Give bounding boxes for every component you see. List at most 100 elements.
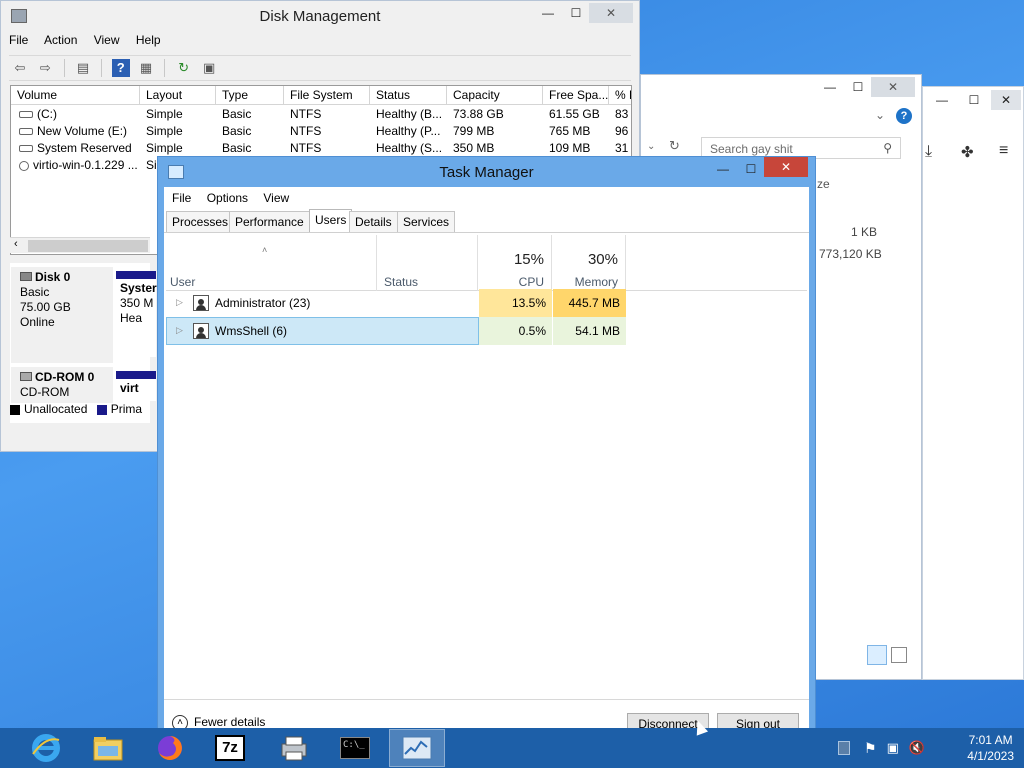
menu-help[interactable]: Help — [136, 33, 161, 47]
details-view-icon[interactable] — [867, 645, 887, 665]
minimize-button[interactable]: — — [533, 3, 563, 23]
footer-divider — [164, 699, 809, 700]
maximize-button[interactable]: ☐ — [843, 77, 873, 97]
cell-type: Basic — [222, 141, 252, 155]
properties-icon[interactable]: ▣ — [200, 59, 218, 77]
firefox-window[interactable]: — ☐ ✕ ⤓ ✤ ≡ — [922, 86, 1024, 680]
folder-icon[interactable] — [80, 729, 136, 767]
close-button[interactable]: ✕ — [871, 77, 915, 97]
task-manager-window[interactable]: Task Manager — ☐ ✕ File Options View Pro… — [157, 156, 816, 735]
cell-filesystem: NTFS — [290, 141, 322, 155]
minimize-button[interactable]: — — [927, 90, 957, 110]
disk0-label[interactable]: Disk 0 Basic 75.00 GB Online — [11, 267, 113, 363]
cdrom0-label[interactable]: CD-ROM 0 CD-ROM — [11, 367, 113, 403]
title-bar[interactable]: Disk Management — ☐ ✕ — [1, 1, 639, 31]
menu-action[interactable]: Action — [44, 33, 77, 47]
menu-file[interactable]: File — [172, 191, 191, 205]
help-circle-icon[interactable]: ? — [896, 108, 912, 124]
search-icon[interactable]: ⚲ — [883, 141, 892, 155]
users-header: ˄ User Status 15% CPU 30% Memory — [166, 235, 807, 291]
download-icon[interactable]: ⤓ — [925, 143, 932, 161]
col-volume[interactable]: Volume — [11, 86, 140, 105]
disk0-partition[interactable]: Syster 350 M Hea — [116, 271, 157, 357]
col-free-space[interactable]: Free Spa... — [543, 86, 609, 105]
tab-performance[interactable]: Performance — [229, 211, 310, 232]
horizontal-scrollbar[interactable]: ‹ — [10, 237, 150, 253]
drive-icon — [19, 145, 33, 153]
cdrom0-partition[interactable]: virt — [116, 371, 156, 401]
col-percent-free[interactable]: % F — [609, 86, 631, 105]
column-header-size[interactable]: ze — [817, 177, 830, 191]
scroll-thumb[interactable] — [28, 240, 148, 252]
close-button[interactable]: ✕ — [764, 157, 808, 177]
cmd-icon[interactable]: C:\_ — [327, 729, 383, 767]
back-arrow-icon[interactable]: ⇦ — [11, 59, 29, 77]
table-row[interactable]: System Reserved Simple Basic NTFS Health… — [11, 140, 631, 157]
close-button[interactable]: ✕ — [589, 3, 633, 23]
console-tree-icon[interactable]: ▤ — [74, 59, 92, 77]
taskmanager-icon[interactable] — [389, 729, 445, 767]
7zip-icon[interactable]: 7z — [202, 729, 258, 767]
refresh-icon[interactable]: ↻ — [175, 59, 193, 77]
menu-view[interactable]: View — [263, 191, 289, 205]
extensions-icon[interactable]: ✤ — [961, 143, 974, 161]
col-user[interactable]: User — [170, 275, 195, 289]
action-pane-icon[interactable]: ▦ — [137, 59, 155, 77]
menu-options[interactable]: Options — [207, 191, 248, 205]
forward-arrow-icon[interactable]: ⇨ — [36, 59, 54, 77]
cell-capacity: 799 MB — [453, 124, 495, 138]
volume-muted-icon[interactable]: 🔇 — [909, 740, 925, 756]
show-hidden-icons[interactable] — [838, 741, 850, 755]
user-row[interactable]: ▷ Administrator (23) 13.5% 445.7 MB — [166, 289, 807, 317]
help-icon[interactable]: ? — [111, 59, 130, 77]
firefox-icon[interactable] — [142, 729, 198, 767]
cell-free-space: 765 MB — [549, 124, 591, 138]
ie-icon[interactable] — [18, 729, 74, 767]
tab-divider — [164, 232, 809, 233]
table-row[interactable]: New Volume (E:) Simple Basic NTFS Health… — [11, 123, 631, 140]
col-memory[interactable]: Memory — [552, 275, 618, 289]
refresh-icon[interactable]: ↻ — [669, 138, 680, 154]
cell-volume: (C:) — [37, 107, 57, 121]
cell-layout: Simple — [146, 124, 183, 138]
title-bar[interactable]: Task Manager — ☐ ✕ — [158, 157, 815, 187]
tab-processes[interactable]: Processes — [166, 211, 235, 232]
user-cpu: 13.5% — [479, 289, 552, 317]
expand-arrow-icon[interactable]: ▷ — [176, 297, 183, 308]
disk0-size: 75.00 GB — [20, 300, 71, 314]
tab-services[interactable]: Services — [397, 211, 456, 232]
printer-icon[interactable] — [266, 729, 322, 767]
col-filesystem[interactable]: File System — [284, 86, 370, 105]
large-icons-view-icon[interactable] — [891, 647, 907, 663]
tab-details[interactable]: Details — [349, 211, 398, 232]
close-button[interactable]: ✕ — [991, 90, 1021, 110]
expand-arrow-icon[interactable]: ▷ — [176, 325, 183, 336]
maximize-button[interactable]: ☐ — [959, 90, 989, 110]
menu-view[interactable]: View — [94, 33, 120, 47]
tab-users[interactable]: Users — [309, 209, 353, 232]
flag-icon[interactable]: ⚑ — [864, 740, 877, 757]
col-layout[interactable]: Layout — [140, 86, 216, 105]
task-manager-content: File Options View Processes Performance … — [164, 187, 809, 735]
address-dropdown-icon[interactable]: ⌄ — [647, 141, 655, 152]
cd-icon — [19, 160, 29, 171]
table-row[interactable]: (C:) Simple Basic NTFS Healthy (B... 73.… — [11, 106, 631, 123]
menu-file[interactable]: File — [9, 33, 28, 47]
minimize-button[interactable]: — — [708, 159, 738, 179]
maximize-button[interactable]: ☐ — [561, 3, 591, 23]
cell-status: Healthy (P... — [376, 124, 441, 138]
maximize-button[interactable]: ☐ — [736, 159, 766, 179]
col-cpu[interactable]: CPU — [478, 275, 544, 289]
col-capacity[interactable]: Capacity — [447, 86, 543, 105]
network-icon[interactable]: ▣ — [887, 740, 899, 756]
minimize-button[interactable]: — — [815, 77, 845, 97]
menu-icon[interactable]: ≡ — [999, 142, 1008, 160]
clock[interactable]: 7:01 AM 4/1/2023 — [967, 732, 1014, 764]
scroll-left-icon[interactable]: ‹ — [14, 238, 18, 250]
col-type[interactable]: Type — [216, 86, 284, 105]
col-status[interactable]: Status — [370, 86, 447, 105]
cell-type: Basic — [222, 107, 252, 121]
col-status[interactable]: Status — [384, 275, 418, 289]
user-row-selected[interactable]: ▷ WmsShell (6) 0.5% 54.1 MB — [166, 317, 807, 345]
chevron-down-icon[interactable]: ⌄ — [875, 108, 885, 122]
